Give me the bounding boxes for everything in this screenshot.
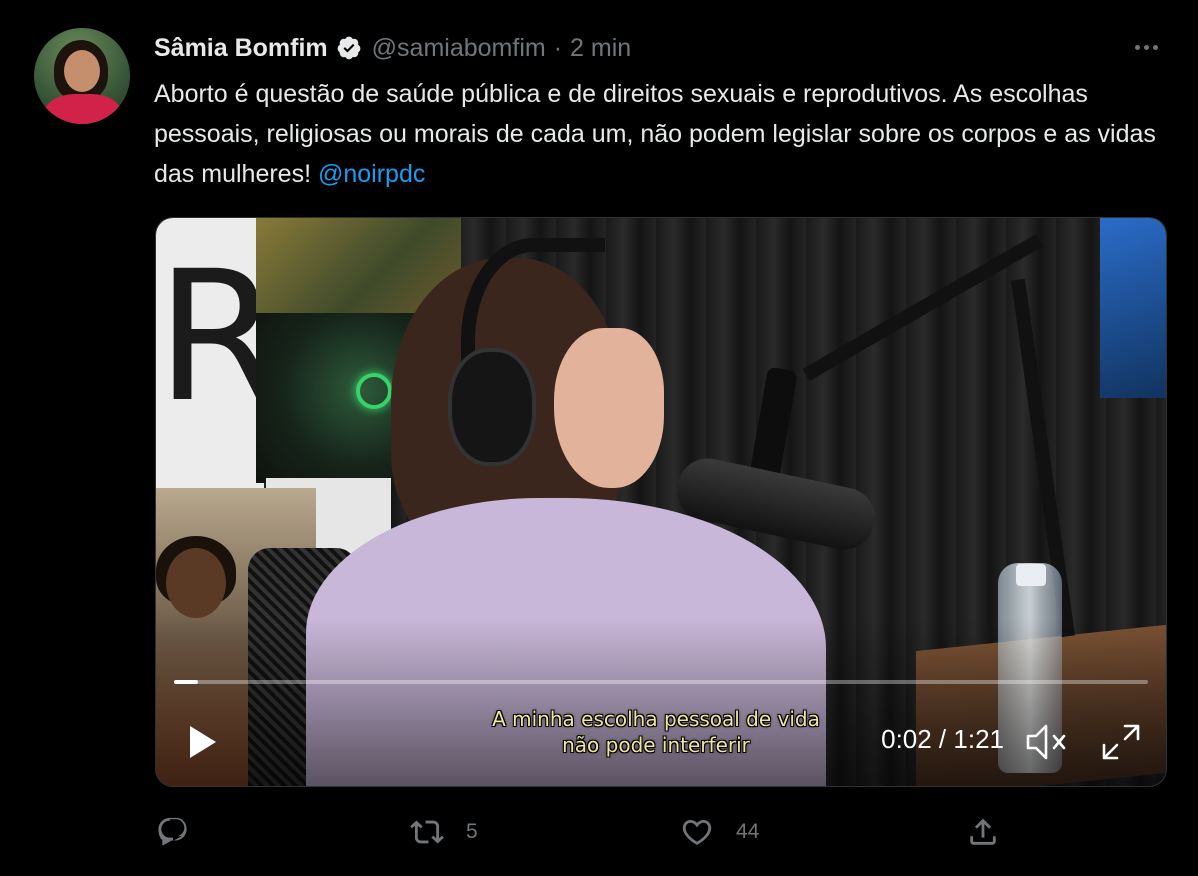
video-timecode: 0:02 / 1:21 (881, 724, 1004, 754)
video-screen (1100, 218, 1166, 398)
retweet-icon (410, 820, 444, 844)
retweet-button[interactable]: 5 (410, 810, 478, 854)
tweet-body: Aborto é questão de saúde pública e de d… (154, 80, 1156, 188)
retweet-count: 5 (466, 820, 478, 843)
muted-speaker-icon[interactable] (1024, 720, 1070, 764)
fullscreen-icon[interactable] (1098, 720, 1144, 764)
tweet-header: Sâmia Bomfim @samiabomfim · 2 min (154, 30, 631, 66)
video-player[interactable]: R A minha escolha pessoal de vida não po… (155, 217, 1167, 787)
subtitle-line: A minha escolha pessoal de vida (492, 707, 820, 731)
avatar[interactable] (34, 28, 130, 124)
like-count: 44 (736, 820, 760, 843)
video-progress-bar[interactable] (174, 680, 1148, 684)
video-subtitle: A minha escolha pessoal de vida não pode… (446, 706, 866, 758)
reply-icon (158, 817, 187, 846)
share-button[interactable] (966, 810, 1000, 854)
share-icon (970, 818, 996, 845)
video-poster-ring (356, 373, 392, 409)
tweet-text: Aborto é questão de saúde pública e de d… (154, 74, 1164, 194)
tweet[interactable]: Sâmia Bomfim @samiabomfim · 2 min Aborto… (0, 0, 1198, 876)
tweet-timestamp[interactable]: 2 min (570, 34, 631, 63)
mention-link[interactable]: @noirpdc (318, 160, 425, 188)
avatar-shirt (44, 94, 122, 124)
avatar-face (64, 50, 100, 92)
reply-button[interactable] (156, 810, 212, 854)
video-progress-fill (174, 680, 199, 684)
author-handle[interactable]: @samiabomfim (372, 34, 546, 63)
video-poster-figure (166, 548, 226, 618)
video-shade (156, 618, 1166, 786)
heart-icon (682, 819, 712, 845)
more-options-icon[interactable] (1128, 32, 1164, 62)
author-name[interactable]: Sâmia Bomfim (154, 34, 328, 63)
verified-badge-icon (336, 35, 362, 61)
video-bottle-cap (1016, 564, 1046, 586)
like-button[interactable]: 44 (680, 810, 759, 854)
separator-dot: · (553, 33, 563, 62)
subtitle-line: não pode interferir (562, 733, 750, 757)
play-icon[interactable] (182, 722, 222, 762)
video-headphones (448, 348, 536, 466)
